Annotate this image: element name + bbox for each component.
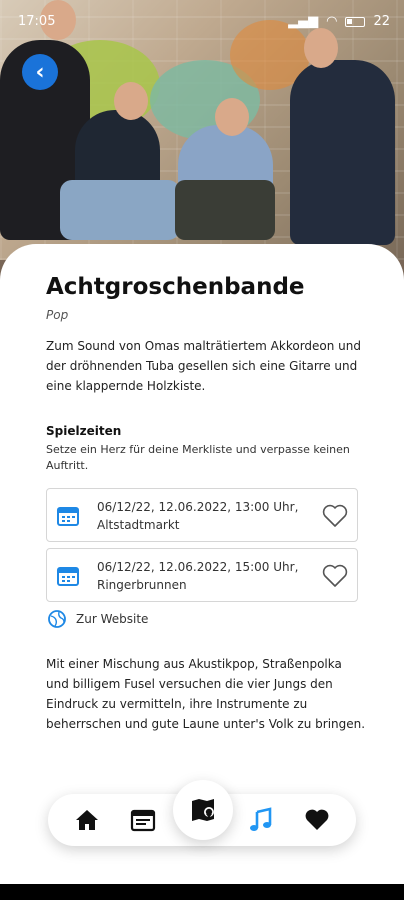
- map-icon: [192, 799, 214, 821]
- bottom-navigation: [48, 780, 356, 846]
- system-nav-bar: [0, 884, 404, 900]
- music-icon: [250, 807, 272, 831]
- home-icon: [76, 810, 98, 830]
- heart-outline-icon[interactable]: [321, 562, 349, 590]
- back-button[interactable]: ‹: [22, 54, 58, 90]
- battery-level: 22: [373, 14, 390, 29]
- band-title: Achtgroschenbande: [46, 274, 305, 300]
- website-link[interactable]: Zur Website: [48, 610, 148, 628]
- nav-favorites[interactable]: [304, 807, 330, 833]
- calendar-news-icon: [130, 809, 156, 832]
- wifi-icon: ◠: [326, 14, 338, 29]
- nav-news[interactable]: [130, 807, 156, 833]
- schedule-title: Spielzeiten: [46, 424, 122, 438]
- nav-home[interactable]: [74, 807, 100, 833]
- heart-outline-icon[interactable]: [321, 502, 349, 530]
- event-datetime: 06/12/22, 12.06.2022, 15:00 Uhr,: [97, 560, 299, 574]
- event-item[interactable]: 06/12/22, 12.06.2022, 15:00 Uhr, Ringerb…: [46, 548, 358, 602]
- band-long-description: Mit einer Mischung aus Akustikpop, Straß…: [46, 657, 366, 731]
- battery-icon: [345, 16, 366, 27]
- schedule-subtitle: Setze ein Herz für deine Merkliste und v…: [46, 443, 350, 472]
- status-bar: 17:05 ▂▄▆ ◠ 22: [0, 0, 404, 40]
- calendar-icon: [57, 567, 79, 586]
- band-description: Zum Sound von Omas malträtiertem Akkorde…: [46, 339, 361, 393]
- globe-icon: [48, 610, 66, 628]
- calendar-icon: [57, 507, 79, 526]
- heart-icon: [305, 809, 329, 830]
- event-location: Ringerbrunnen: [97, 578, 187, 592]
- status-time: 17:05: [18, 14, 56, 29]
- event-datetime: 06/12/22, 12.06.2022, 13:00 Uhr,: [97, 500, 299, 514]
- website-label: Zur Website: [76, 612, 149, 626]
- band-genre: Pop: [46, 308, 69, 322]
- nav-music[interactable]: [248, 807, 274, 833]
- signal-icon: ▂▄▆: [288, 14, 319, 29]
- nav-map[interactable]: [173, 780, 233, 840]
- event-item[interactable]: 06/12/22, 12.06.2022, 13:00 Uhr, Altstad…: [46, 488, 358, 542]
- chevron-left-icon: ‹: [35, 59, 45, 85]
- event-location: Altstadtmarkt: [97, 518, 180, 532]
